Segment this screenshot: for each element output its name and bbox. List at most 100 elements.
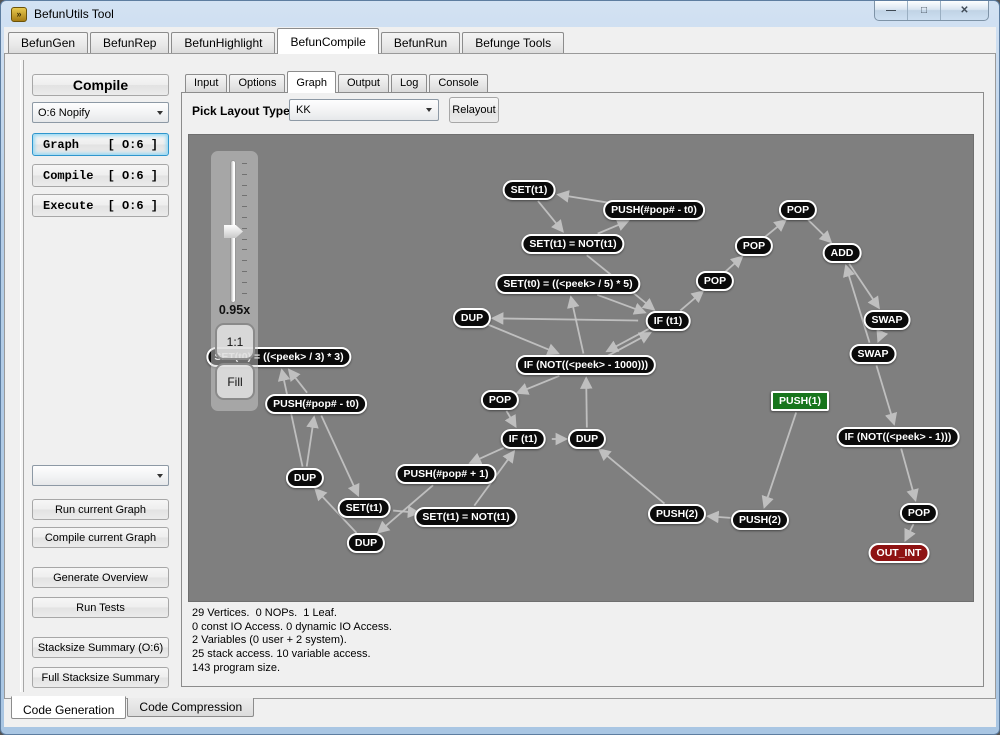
graph-edge xyxy=(586,378,587,428)
tab-log[interactable]: Log xyxy=(391,74,427,92)
graph-node-if-not-peek-1[interactable]: IF (NOT((<peek> - 1))) xyxy=(837,427,960,447)
slider-tick xyxy=(242,271,247,272)
graph-node-set-t0-peek-5-5[interactable]: SET(t0) = ((<peek> / 5) * 5) xyxy=(495,274,640,294)
graph-node-dup[interactable]: DUP xyxy=(286,468,324,488)
graph-node-set-t1[interactable]: SET(t1) xyxy=(503,180,556,200)
main-tab-befunrep[interactable]: BefunRep xyxy=(90,32,169,53)
compile-current-graph-button[interactable]: Compile current Graph xyxy=(32,527,169,548)
scope-label: [ O:6 ] xyxy=(108,199,158,213)
minimize-button[interactable]: — xyxy=(875,1,908,20)
graph-node-dup[interactable]: DUP xyxy=(453,308,491,328)
graph-edge xyxy=(517,376,559,393)
status-line: 29 Vertices. 0 NOPs. 1 Leaf. xyxy=(192,607,392,621)
maximize-icon: □ xyxy=(921,5,927,16)
compile-button[interactable]: Compile xyxy=(32,74,169,96)
graph-node-if-not-peek-1000[interactable]: IF (NOT((<peek> - 1000))) xyxy=(516,355,656,375)
sidebar-splitter[interactable] xyxy=(20,60,24,692)
main-tab-befunrun[interactable]: BefunRun xyxy=(381,32,460,53)
tab-graph[interactable]: Graph xyxy=(287,71,336,93)
slider-tick xyxy=(242,217,247,218)
tab-input[interactable]: Input xyxy=(185,74,227,92)
graph-node-push-2[interactable]: PUSH(2) xyxy=(648,504,706,524)
graph-edge xyxy=(808,220,831,242)
slider-tick xyxy=(242,185,247,186)
main-tabstrip: BefunGenBefunRepBefunHighlightBefunCompi… xyxy=(4,28,996,53)
graph-node-swap[interactable]: SWAP xyxy=(864,310,911,330)
preset-select[interactable]: O:6 Nopify xyxy=(32,102,169,123)
secondary-select[interactable] xyxy=(32,465,169,486)
main-tab-befunhighlight[interactable]: BefunHighlight xyxy=(171,32,275,53)
layout-type-select[interactable]: KK xyxy=(289,99,439,121)
generate-overview-button[interactable]: Generate Overview xyxy=(32,567,169,588)
graph-edge xyxy=(598,221,628,234)
graph-node-add[interactable]: ADD xyxy=(823,243,862,263)
titlebar[interactable]: » BefunUtils Tool — □ ✕ xyxy=(1,1,999,27)
window-title: BefunUtils Tool xyxy=(34,7,114,21)
graph-node-dup[interactable]: DUP xyxy=(347,533,385,553)
dropdown-arrow-icon xyxy=(157,474,163,478)
dropdown-arrow-icon xyxy=(426,108,432,112)
compile-o6-button[interactable]: Compile [ O:6 ] xyxy=(32,164,169,187)
graph-node-pop[interactable]: POP xyxy=(779,200,817,220)
graph-node-push-pop-1[interactable]: PUSH(#pop# + 1) xyxy=(396,464,497,484)
stacksize-summary-o-6-button[interactable]: Stacksize Summary (O:6) xyxy=(32,637,169,658)
graph-edge xyxy=(571,297,584,354)
zoom-fill-button[interactable]: Fill xyxy=(215,363,255,400)
run-current-graph-button[interactable]: Run current Graph xyxy=(32,499,169,520)
graph-edge xyxy=(470,448,504,463)
graph-node-dup[interactable]: DUP xyxy=(568,429,606,449)
graph-canvas[interactable]: 0.95x 1:1 Fill SET(t1)PUSH(#pop# - t0)PO… xyxy=(188,134,974,602)
status-line: 0 const IO Access. 0 dynamic IO Access. xyxy=(192,621,392,635)
tab-console[interactable]: Console xyxy=(429,74,487,92)
status-line: 143 program size. xyxy=(192,662,392,676)
tab-output[interactable]: Output xyxy=(338,74,389,92)
graph-edge xyxy=(905,524,913,540)
graph-node-pop[interactable]: POP xyxy=(481,390,519,410)
main-tab-befunge-tools[interactable]: Befunge Tools xyxy=(462,32,564,53)
graph-node-set-t1-not-t1[interactable]: SET(t1) = NOT(t1) xyxy=(521,234,624,254)
execute-label: Execute xyxy=(43,199,93,213)
bottom-tab-code-generation[interactable]: Code Generation xyxy=(11,696,126,719)
scope-label: [ O:6 ] xyxy=(108,138,158,152)
full-stacksize-summary-button[interactable]: Full Stacksize Summary xyxy=(32,667,169,688)
bottom-tabstrip: Code GenerationCode Compression xyxy=(4,698,996,721)
scope-label: [ O:6 ] xyxy=(108,169,158,183)
main-tab-befungen[interactable]: BefunGen xyxy=(8,32,88,53)
compile-label: Compile xyxy=(43,169,93,183)
graph-node-push-1[interactable]: PUSH(1) xyxy=(771,391,829,411)
sidebar: Compile O:6 Nopify Graph [ O:6 ] Compile [ … xyxy=(5,54,178,698)
slider-tick xyxy=(242,163,247,164)
graph-node-pop[interactable]: POP xyxy=(696,271,734,291)
graph-label: Graph xyxy=(43,138,79,152)
graph-edge xyxy=(764,412,796,507)
graph-node-if-t1[interactable]: IF (t1) xyxy=(501,429,546,449)
graph-o6-button[interactable]: Graph [ O:6 ] xyxy=(32,133,169,156)
graph-edge xyxy=(878,331,882,341)
graph-node-swap[interactable]: SWAP xyxy=(850,344,897,364)
status-line: 25 stack access. 10 variable access. xyxy=(192,648,392,662)
bottom-tab-code-compression[interactable]: Code Compression xyxy=(127,698,254,717)
main-tab-befuncompile[interactable]: BefunCompile xyxy=(277,28,378,54)
graph-node-pop[interactable]: POP xyxy=(735,236,773,256)
graph-node-set-t1[interactable]: SET(t1) xyxy=(338,498,391,518)
zoom-slider-thumb[interactable] xyxy=(224,225,243,238)
graph-node-set-t1-not-t1[interactable]: SET(t1) = NOT(t1) xyxy=(414,507,517,527)
relayout-button[interactable]: Relayout xyxy=(449,97,499,123)
graph-node-push-pop-t0[interactable]: PUSH(#pop# - t0) xyxy=(265,394,367,414)
graph-edge xyxy=(506,411,515,427)
graph-node-pop[interactable]: POP xyxy=(900,503,938,523)
maximize-button[interactable]: □ xyxy=(908,1,941,20)
execute-o6-button[interactable]: Execute [ O:6 ] xyxy=(32,194,169,217)
graph-edge xyxy=(599,449,664,503)
close-button[interactable]: ✕ xyxy=(941,1,988,20)
graph-edge xyxy=(307,417,314,467)
graph-node-push-2[interactable]: PUSH(2) xyxy=(731,510,789,530)
run-tests-button[interactable]: Run Tests xyxy=(32,597,169,618)
zoom-one-to-one-button[interactable]: 1:1 xyxy=(215,323,255,360)
tab-options[interactable]: Options xyxy=(229,74,285,92)
graph-edge xyxy=(289,370,307,393)
slider-tick xyxy=(242,249,247,250)
graph-node-out-int[interactable]: OUT_INT xyxy=(869,543,930,563)
graph-node-push-pop-t0[interactable]: PUSH(#pop# - t0) xyxy=(603,200,705,220)
graph-node-if-t1[interactable]: IF (t1) xyxy=(646,311,691,331)
